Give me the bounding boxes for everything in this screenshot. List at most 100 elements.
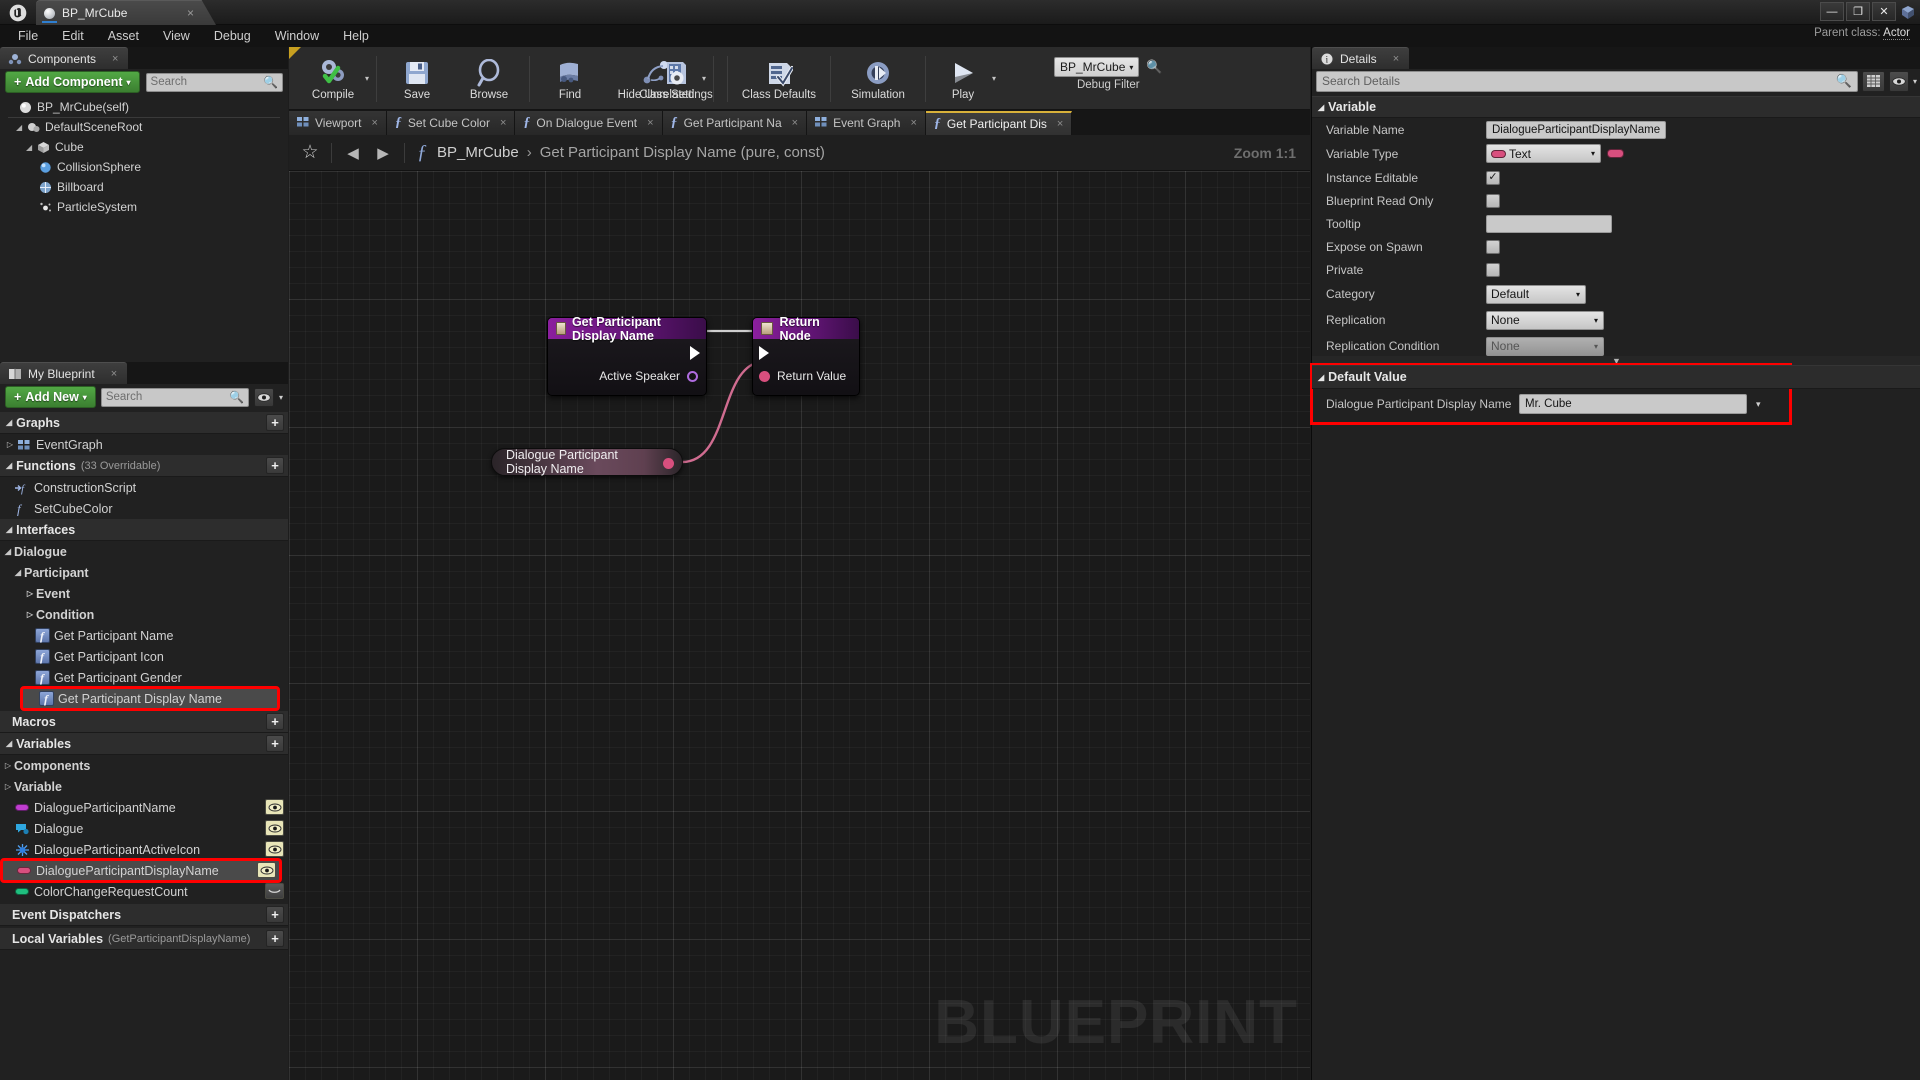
graph-tab-close-icon[interactable]: ×: [371, 117, 377, 129]
pin-return-value[interactable]: [759, 371, 770, 382]
variable-group-variable[interactable]: ▷ Variable: [0, 776, 288, 797]
variable-group-components[interactable]: ▷ Components: [0, 755, 288, 776]
variable-visibility-toggle[interactable]: [265, 883, 284, 899]
section-graphs[interactable]: ◢ Graphs +: [0, 412, 288, 434]
maximize-button[interactable]: ❐: [1846, 2, 1870, 21]
bookmark-star-icon[interactable]: ☆: [297, 140, 323, 166]
section-local-variables[interactable]: Local Variables (GetParticipantDisplayNa…: [0, 928, 288, 950]
component-row-default-scene-root[interactable]: ◢ DefaultSceneRoot: [0, 117, 288, 137]
menu-item-edit[interactable]: Edit: [50, 26, 96, 46]
components-search-input[interactable]: Search 🔍: [145, 72, 283, 92]
play-button[interactable]: Play: [930, 49, 996, 109]
node-getter-dialogue-participant-display-name[interactable]: Dialogue Participant Display Name: [491, 448, 683, 476]
graph-tab-get-participant-display-name[interactable]: ƒ Get Participant Dis ×: [925, 111, 1073, 135]
expose-on-spawn-checkbox[interactable]: [1486, 239, 1500, 254]
menu-item-file[interactable]: File: [6, 26, 50, 46]
graph-tab-get-participant-name[interactable]: ƒ Get Participant Na ×: [662, 111, 808, 135]
exec-input-pin[interactable]: [759, 346, 769, 360]
add-macro-button[interactable]: +: [266, 713, 284, 730]
interface-fn-get-participant-icon[interactable]: f Get Participant Icon: [0, 646, 288, 667]
interface-node-event[interactable]: ▷ Event: [0, 583, 288, 604]
interface-node-dialogue[interactable]: ◢ Dialogue: [0, 541, 288, 562]
class-defaults-button[interactable]: Class Defaults: [732, 49, 826, 109]
save-button[interactable]: Save: [381, 49, 453, 109]
triangle-collapsed-icon[interactable]: ▷: [2, 782, 14, 791]
chevron-down-icon[interactable]: ▾: [1913, 77, 1917, 86]
graph-tab-close-icon[interactable]: ×: [1057, 118, 1063, 130]
simulation-button[interactable]: Simulation: [835, 49, 921, 109]
blueprint-graph-canvas[interactable]: BLUEPRINT Get Participant Display Name A…: [289, 171, 1310, 1080]
category-combo[interactable]: Default ▾: [1486, 284, 1586, 304]
variable-type-combo[interactable]: Text ▾: [1486, 144, 1601, 163]
variable-visibility-toggle[interactable]: [265, 820, 284, 836]
variable-row-dialogue[interactable]: Dialogue: [0, 818, 288, 839]
close-button[interactable]: ✕: [1872, 2, 1896, 21]
variable-visibility-toggle[interactable]: [257, 862, 276, 878]
variable-visibility-toggle[interactable]: [265, 799, 284, 815]
class-settings-button[interactable]: Class Settings: [629, 49, 723, 109]
menu-item-view[interactable]: View: [151, 26, 202, 46]
variable-visibility-toggle[interactable]: [265, 841, 284, 857]
default-display-name-input[interactable]: Mr. Cube: [1519, 394, 1747, 414]
graph-tab-close-icon[interactable]: ×: [647, 117, 653, 129]
component-row-billboard[interactable]: Billboard: [0, 177, 288, 197]
section-variables[interactable]: ◢ Variables +: [0, 733, 288, 755]
breadcrumb-root[interactable]: BP_MrCube: [437, 144, 519, 161]
triangle-collapsed-icon[interactable]: ▷: [4, 440, 16, 449]
details-category-default-value[interactable]: ◢ Default Value: [1312, 365, 1920, 389]
add-function-button[interactable]: +: [266, 457, 284, 474]
triangle-collapsed-icon[interactable]: ▷: [24, 589, 36, 598]
graph-tab-close-icon[interactable]: ×: [500, 117, 506, 129]
window-tab-bp-mrcube[interactable]: BP_MrCube ×: [36, 0, 216, 25]
find-button[interactable]: Find: [534, 49, 606, 109]
graph-tab-set-cube-color[interactable]: ƒ Set Cube Color ×: [386, 111, 516, 135]
instance-editable-checkbox[interactable]: ✓: [1486, 170, 1500, 185]
graph-item-eventgraph[interactable]: ▷ EventGraph: [0, 434, 288, 455]
add-graph-button[interactable]: +: [266, 414, 284, 431]
graph-tab-on-dialogue-event[interactable]: ƒ On Dialogue Event ×: [515, 111, 663, 135]
details-grid-view-button[interactable]: [1861, 70, 1885, 92]
my-blueprint-search-input[interactable]: Search 🔍: [100, 387, 249, 407]
minimize-button[interactable]: —: [1820, 2, 1844, 21]
details-tab-close-icon[interactable]: ×: [1393, 53, 1399, 65]
tab-my-blueprint[interactable]: My Blueprint ×: [0, 362, 128, 384]
magnifier-icon[interactable]: 🔍: [1146, 59, 1162, 75]
add-component-button[interactable]: + Add Component ▾: [5, 71, 140, 93]
section-interfaces[interactable]: ◢ Interfaces: [0, 519, 288, 541]
interface-fn-get-participant-name[interactable]: f Get Participant Name: [0, 625, 288, 646]
details-category-variable[interactable]: ◢ Variable: [1312, 96, 1920, 118]
interface-node-condition[interactable]: ▷ Condition: [0, 604, 288, 625]
triangle-collapsed-icon[interactable]: ▷: [24, 610, 36, 619]
chevron-down-icon[interactable]: ▾: [365, 74, 369, 83]
navigate-forward-button[interactable]: ▶: [370, 140, 396, 166]
visibility-filter-button[interactable]: [253, 387, 274, 407]
private-checkbox[interactable]: [1486, 262, 1500, 277]
replication-combo[interactable]: None ▾: [1486, 310, 1604, 330]
tree-arrow-expanded[interactable]: ◢: [26, 143, 36, 152]
menu-item-asset[interactable]: Asset: [96, 26, 151, 46]
graph-tab-close-icon[interactable]: ×: [910, 117, 916, 129]
components-tab-close-icon[interactable]: ×: [112, 53, 118, 65]
component-row-particle-system[interactable]: ParticleSystem: [0, 197, 288, 217]
function-item-setcubecolor[interactable]: f SetCubeColor: [0, 498, 288, 519]
triangle-expanded-icon[interactable]: ◢: [2, 547, 14, 556]
chevron-down-icon[interactable]: ▾: [1756, 399, 1761, 410]
debug-filter-combo[interactable]: BP_MrCube ▾: [1054, 57, 1140, 77]
pin-active-speaker[interactable]: [687, 371, 698, 382]
navigate-back-button[interactable]: ◀: [340, 140, 366, 166]
function-item-constructionscript[interactable]: f ConstructionScript: [0, 477, 288, 498]
section-macros[interactable]: Macros +: [0, 711, 288, 733]
search-details-input[interactable]: Search Details 🔍: [1316, 70, 1858, 92]
menu-item-window[interactable]: Window: [263, 26, 331, 46]
chevron-down-icon[interactable]: ▾: [279, 393, 283, 402]
variable-row-dialogueparticipantactiveicon[interactable]: DialogueParticipantActiveIcon: [0, 839, 288, 860]
graph-tab-viewport[interactable]: Viewport ×: [289, 111, 387, 135]
browse-button[interactable]: Browse: [453, 49, 525, 109]
add-variable-button[interactable]: +: [266, 735, 284, 752]
section-functions[interactable]: ◢ Functions (33 Overridable) +: [0, 455, 288, 477]
blueprint-read-only-checkbox[interactable]: [1486, 193, 1500, 208]
component-row-collision-sphere[interactable]: CollisionSphere: [0, 157, 288, 177]
menu-item-debug[interactable]: Debug: [202, 26, 263, 46]
variable-name-input[interactable]: DialogueParticipantDisplayName: [1486, 120, 1666, 139]
tab-components[interactable]: Components ×: [0, 47, 129, 69]
